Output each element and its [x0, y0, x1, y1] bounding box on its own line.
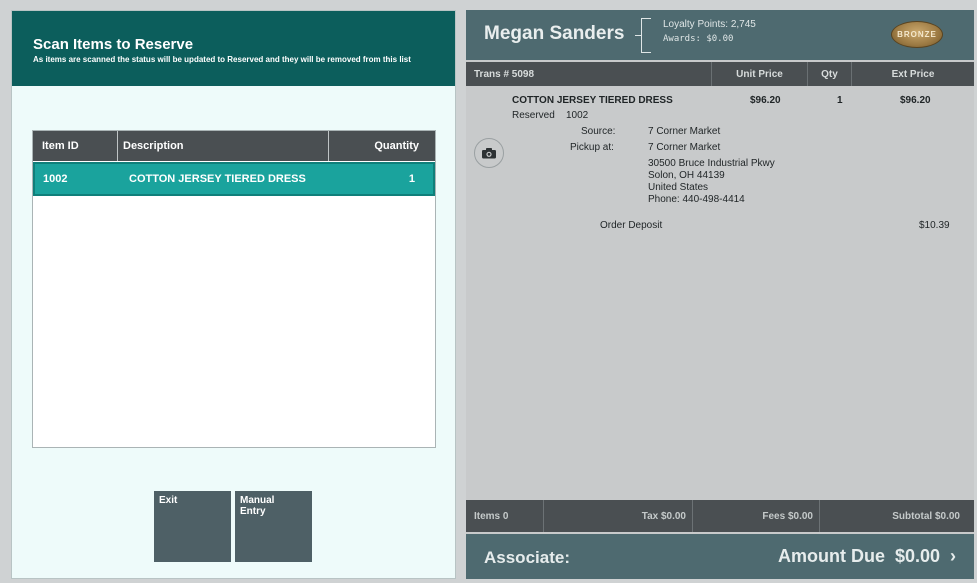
items-table: Item ID Description Quantity 1002 COTTON… — [32, 130, 436, 448]
column-ext-price: Ext Price — [891, 68, 935, 80]
line-item-id: 1002 — [566, 110, 589, 121]
camera-icon — [482, 148, 496, 159]
table-row[interactable]: 1002 COTTON JERSEY TIERED DRESS 1 — [33, 162, 435, 196]
pickup-address: 30500 Bruce Industrial Pkwy Solon, OH 44… — [648, 158, 775, 206]
customer-header[interactable]: Megan Sanders Loyalty Points: 2,745 Awar… — [466, 10, 974, 60]
row-item-id: 1002 — [43, 173, 68, 185]
row-quantity: 1 — [408, 173, 415, 185]
line-ext-price: $96.20 — [900, 95, 931, 106]
awards: Awards: $0.00 — [663, 34, 734, 44]
transaction-header: Trans # 5098 Unit Price Qty Ext Price — [466, 62, 974, 86]
subtotal: Subtotal $0.00 — [892, 510, 960, 522]
tax-total: Tax $0.00 — [544, 500, 693, 532]
order-deposit-label: Order Deposit — [600, 220, 663, 231]
bracket-divider — [641, 18, 651, 53]
column-description: Description — [118, 131, 329, 161]
totals-bar: Items 0 Tax $0.00 Fees $0.00 Subtotal $0… — [466, 500, 974, 532]
column-unit-price: Unit Price — [712, 62, 808, 86]
exit-button[interactable]: Exit — [154, 491, 231, 562]
order-deposit-value: $10.39 — [919, 220, 950, 231]
customer-name: Megan Sanders — [484, 23, 625, 44]
line-status: Reserved — [512, 110, 555, 121]
loyalty-points: Loyalty Points: 2,745 — [663, 19, 756, 30]
loyalty-info: Loyalty Points: 2,745 Awards: $0.00 — [663, 17, 756, 47]
line-unit-price: $96.20 — [750, 95, 781, 106]
source-label: Source: — [581, 126, 616, 137]
items-count: Items 0 — [466, 500, 544, 532]
manual-entry-button[interactable]: Manual Entry — [235, 491, 312, 562]
column-item-id: Item ID — [33, 131, 118, 161]
scan-reserve-panel: Scan Items to Reserve As items are scann… — [11, 10, 456, 579]
footer-bar: Associate: Amount Due $0.00 › — [466, 534, 974, 579]
trans-number: Trans # 5098 — [466, 62, 712, 86]
camera-button[interactable] — [474, 138, 504, 168]
items-table-header: Item ID Description Quantity — [33, 131, 435, 161]
column-qty: Qty — [808, 62, 852, 86]
source-value: 7 Corner Market — [648, 126, 721, 137]
pickup-address-line1: 30500 Bruce Industrial Pkwy — [648, 158, 775, 169]
line-description: COTTON JERSEY TIERED DRESS — [512, 95, 673, 106]
associate-label[interactable]: Associate: — [484, 548, 570, 568]
line-qty: 1 — [837, 95, 843, 106]
scan-reserve-header: Scan Items to Reserve As items are scann… — [12, 11, 455, 86]
panel-subtitle: As items are scanned the status will be … — [33, 55, 411, 64]
column-quantity: Quantity — [374, 140, 419, 152]
transaction-panel: Megan Sanders Loyalty Points: 2,745 Awar… — [466, 10, 974, 579]
pickup-country: United States — [648, 182, 709, 193]
pickup-label: Pickup at: — [570, 142, 614, 153]
panel-title: Scan Items to Reserve — [33, 36, 194, 53]
pickup-phone: Phone: 440-498-4414 — [648, 194, 745, 205]
pickup-address-line2: Solon, OH 44139 — [648, 170, 725, 181]
row-description: COTTON JERSEY TIERED DRESS — [129, 173, 306, 185]
fees-total: Fees $0.00 — [693, 500, 820, 532]
bronze-tier-badge-icon: BRONZE — [891, 21, 943, 48]
amount-due-button[interactable]: Amount Due $0.00 › — [778, 546, 956, 567]
pickup-name: 7 Corner Market — [648, 142, 721, 153]
